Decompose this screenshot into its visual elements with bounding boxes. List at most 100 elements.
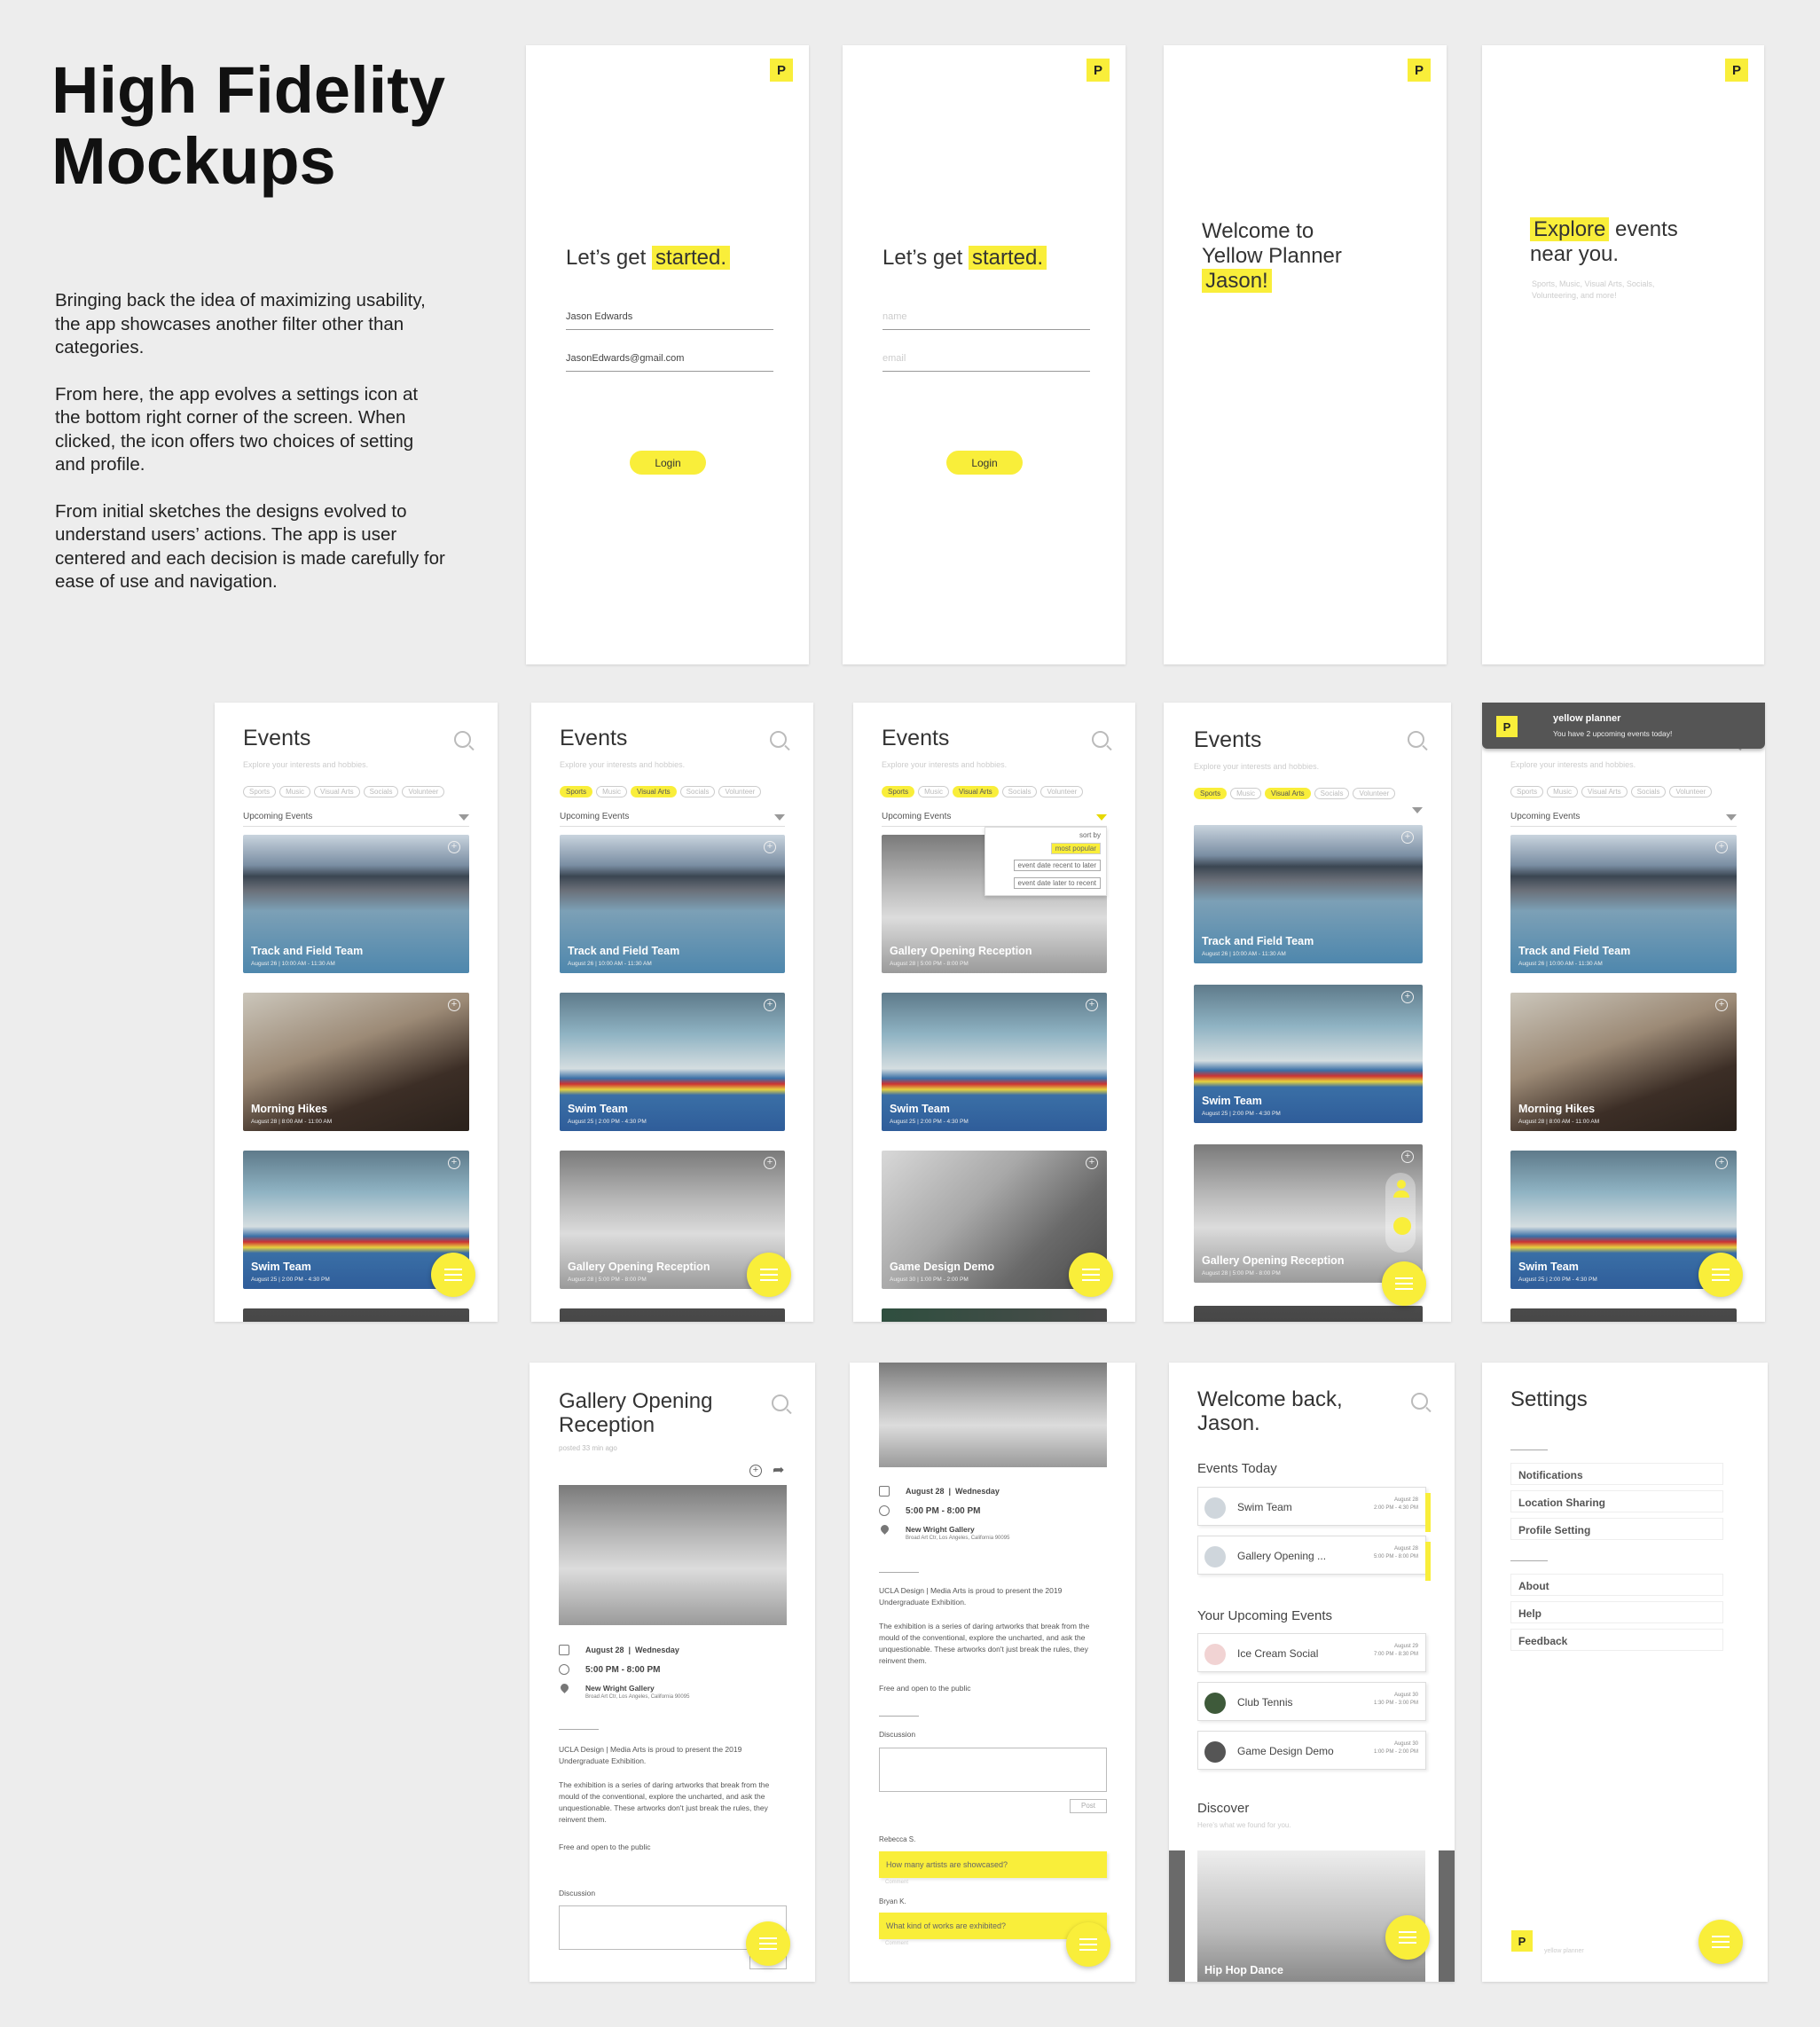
add-icon[interactable]: +: [1715, 841, 1728, 853]
chip-volunteer[interactable]: Volunteer: [1353, 788, 1396, 799]
comment-action[interactable]: Comment: [885, 1941, 908, 1946]
add-icon[interactable]: +: [1715, 999, 1728, 1011]
settings-profile-setting[interactable]: Profile Setting: [1510, 1518, 1723, 1540]
menu-fab[interactable]: [1698, 1253, 1743, 1297]
chip-visual-arts[interactable]: Visual Arts: [1581, 786, 1628, 797]
event-card-track[interactable]: + Track and Field Team August 26 | 10:00 A…: [243, 835, 469, 973]
settings-about[interactable]: About: [1510, 1574, 1723, 1596]
event-card-partial[interactable]: [1194, 1306, 1423, 1322]
event-card-track[interactable]: + Track and Field Team August 26 | 10:00 A…: [560, 835, 785, 973]
chip-sports[interactable]: Sports: [1510, 786, 1544, 797]
search-icon[interactable]: [1411, 1393, 1428, 1410]
share-icon[interactable]: ➦: [773, 1461, 784, 1479]
chip-volunteer[interactable]: Volunteer: [718, 786, 762, 797]
chip-volunteer[interactable]: Volunteer: [1669, 786, 1713, 797]
search-icon[interactable]: [454, 731, 471, 748]
name-field[interactable]: Jason Edwards: [566, 311, 773, 330]
post-button[interactable]: Post: [1070, 1799, 1107, 1813]
event-card-track[interactable]: + Track and Field Team August 26 | 10:00 A…: [1510, 835, 1737, 973]
chip-volunteer[interactable]: Volunteer: [1040, 786, 1084, 797]
chip-volunteer[interactable]: Volunteer: [402, 786, 445, 797]
upcoming-event-tennis[interactable]: Club Tennis August 30 1:30 PM - 3:00 PM: [1197, 1682, 1426, 1721]
sort-option-recent[interactable]: event date recent to later: [1013, 860, 1101, 871]
search-icon[interactable]: [770, 731, 787, 748]
notification-banner[interactable]: P yellow planner You have 2 upcoming eve…: [1482, 703, 1765, 749]
email-field[interactable]: email: [883, 353, 1090, 372]
settings-help[interactable]: Help: [1510, 1601, 1723, 1623]
event-card-partial[interactable]: [1510, 1308, 1737, 1322]
upcoming-events-header[interactable]: Upcoming Events: [243, 812, 469, 827]
chevron-down-icon[interactable]: [1412, 807, 1423, 813]
search-icon[interactable]: [772, 1395, 788, 1411]
chip-music[interactable]: Music: [918, 786, 950, 797]
menu-fab[interactable]: [1698, 1920, 1743, 1964]
upcoming-events-header[interactable]: Upcoming Events: [1510, 812, 1737, 827]
email-field[interactable]: JasonEdwards@gmail.com: [566, 353, 773, 372]
event-card-swim[interactable]: + Swim Team August 25 | 2:00 PM - 4:30 PM: [1194, 985, 1423, 1123]
chevron-down-icon[interactable]: [1726, 814, 1737, 821]
chip-socials[interactable]: Socials: [1001, 786, 1038, 797]
chip-socials[interactable]: Socials: [1314, 788, 1350, 799]
chip-sports[interactable]: Sports: [882, 786, 915, 797]
search-icon[interactable]: [1408, 731, 1424, 748]
chevron-down-icon[interactable]: [459, 814, 469, 821]
upcoming-events-header[interactable]: Upcoming Events: [882, 812, 1107, 827]
chevron-down-icon[interactable]: [1096, 814, 1107, 821]
discover-card[interactable]: Hip Hop Dance: [1197, 1850, 1425, 1982]
add-icon[interactable]: +: [749, 1465, 762, 1477]
chip-socials[interactable]: Socials: [1630, 786, 1667, 797]
chip-socials[interactable]: Socials: [679, 786, 716, 797]
settings-location-sharing[interactable]: Location Sharing: [1510, 1490, 1723, 1512]
event-card-hike[interactable]: + Morning Hikes August 28 | 8:00 AM - 11:0…: [243, 993, 469, 1131]
discover-card-prev[interactable]: [1169, 1850, 1185, 1982]
upcoming-event-ice-cream[interactable]: Ice Cream Social August 29 7:00 PM - 8:30…: [1197, 1633, 1426, 1672]
menu-fab[interactable]: [1382, 1261, 1426, 1306]
search-icon[interactable]: [1092, 731, 1109, 748]
add-icon[interactable]: +: [764, 1157, 776, 1169]
event-card-partial[interactable]: [882, 1308, 1107, 1322]
chip-visual-arts[interactable]: Visual Arts: [314, 786, 360, 797]
add-icon[interactable]: +: [764, 841, 776, 853]
settings-feedback[interactable]: Feedback: [1510, 1629, 1723, 1651]
comment-action[interactable]: Comment: [885, 1880, 908, 1885]
settings-notifications[interactable]: Notifications: [1510, 1463, 1723, 1485]
add-icon[interactable]: +: [764, 999, 776, 1011]
chevron-down-icon[interactable]: [774, 814, 785, 821]
menu-fab[interactable]: [746, 1921, 790, 1966]
add-icon[interactable]: +: [1401, 1151, 1414, 1163]
chip-music[interactable]: Music: [1547, 786, 1579, 797]
chip-music[interactable]: Music: [279, 786, 311, 797]
add-icon[interactable]: +: [1086, 999, 1098, 1011]
sort-option-later[interactable]: event date later to recent: [1013, 877, 1101, 889]
menu-fab[interactable]: [431, 1253, 475, 1297]
upcoming-event-game-demo[interactable]: Game Design Demo August 30 1:00 PM - 2:00…: [1197, 1731, 1426, 1770]
chip-sports[interactable]: Sports: [243, 786, 277, 797]
gear-icon[interactable]: [1393, 1217, 1411, 1235]
add-icon[interactable]: +: [1401, 831, 1414, 844]
upcoming-events-header[interactable]: Upcoming Events: [560, 812, 785, 827]
chip-visual-arts[interactable]: Visual Arts: [1265, 788, 1311, 799]
chip-sports[interactable]: Sports: [560, 786, 593, 797]
add-icon[interactable]: +: [448, 999, 460, 1011]
event-card-swim[interactable]: + Swim Team August 25 | 2:00 PM - 4:30 PM: [560, 993, 785, 1131]
add-icon[interactable]: +: [448, 1157, 460, 1169]
today-event-gallery[interactable]: Gallery Opening ... August 28 5:00 PM - 8…: [1197, 1536, 1431, 1581]
today-event-swim[interactable]: Swim Team August 28 2:00 PM - 4:30 PM: [1197, 1487, 1431, 1532]
event-card-hike[interactable]: + Morning Hikes August 28 | 8:00 AM - 11:0…: [1510, 993, 1737, 1131]
name-field[interactable]: name: [883, 311, 1090, 330]
menu-fab[interactable]: [747, 1253, 791, 1297]
discussion-input[interactable]: [879, 1748, 1107, 1792]
event-card-partial[interactable]: [243, 1308, 469, 1322]
event-card-swim[interactable]: + Swim Team August 25 | 2:00 PM - 4:30 PM: [882, 993, 1107, 1131]
add-icon[interactable]: +: [1715, 1157, 1728, 1169]
add-icon[interactable]: +: [1086, 1157, 1098, 1169]
menu-fab[interactable]: [1066, 1922, 1110, 1967]
profile-icon[interactable]: [1392, 1180, 1410, 1199]
chip-music[interactable]: Music: [596, 786, 628, 797]
menu-fab[interactable]: [1385, 1915, 1430, 1960]
menu-fab[interactable]: [1069, 1253, 1113, 1297]
comment-bubble[interactable]: How many artists are showcased?: [879, 1851, 1107, 1878]
add-icon[interactable]: +: [1401, 991, 1414, 1003]
chip-music[interactable]: Music: [1230, 788, 1262, 799]
event-card-partial[interactable]: [560, 1308, 785, 1322]
